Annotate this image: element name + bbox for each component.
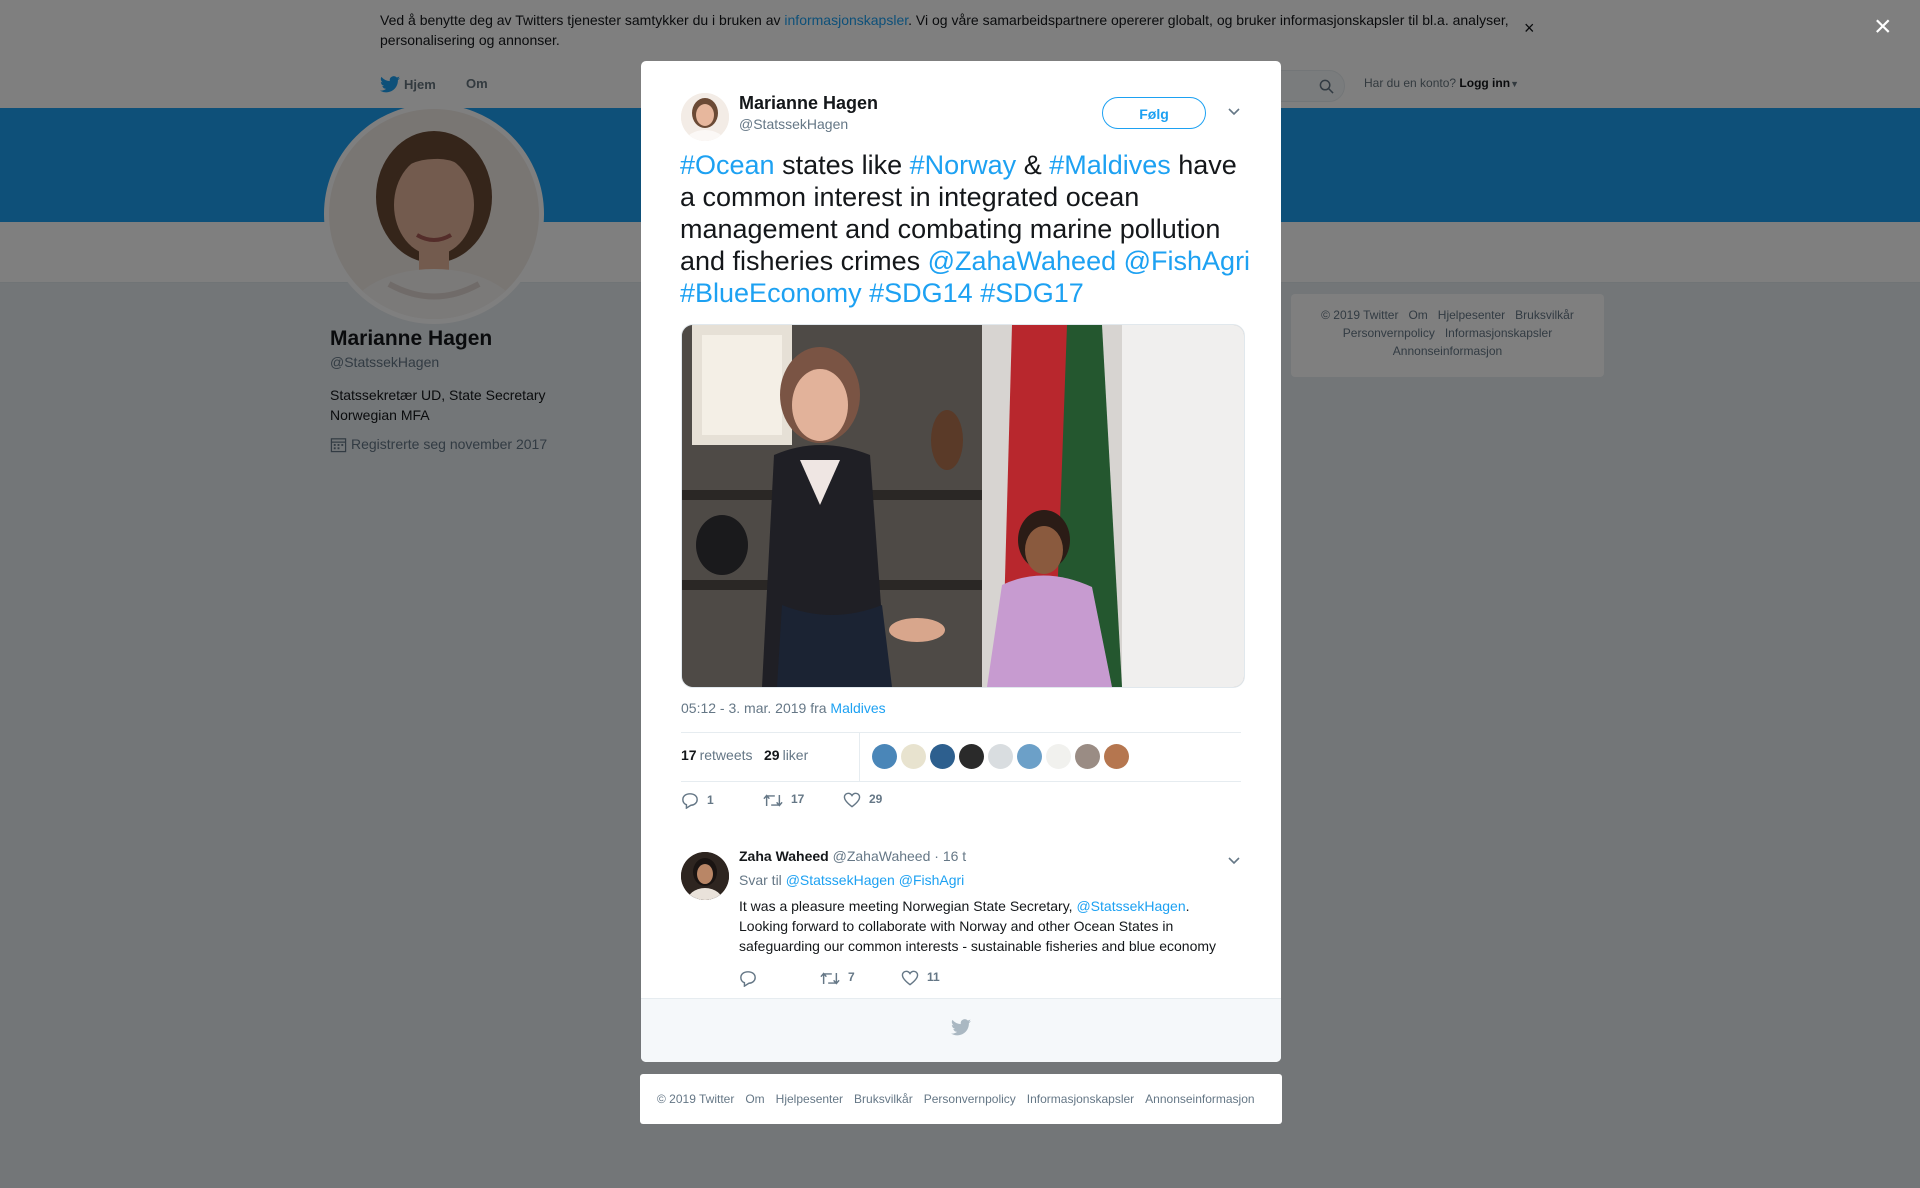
liker-avatar[interactable]: [901, 744, 926, 769]
tweet-author-avatar[interactable]: [681, 93, 729, 141]
chevron-down-icon[interactable]: [1227, 107, 1241, 117]
tweet-text-part: states like: [774, 150, 910, 180]
like-button[interactable]: 29: [843, 792, 882, 808]
mention-zahawaheed[interactable]: @ZahaWaheed: [928, 246, 1117, 276]
reply-to-mention[interactable]: @FishAgri: [899, 872, 965, 888]
liker-avatar[interactable]: [1075, 744, 1100, 769]
hashtag-maldives[interactable]: #Maldives: [1049, 150, 1171, 180]
like-button[interactable]: 11: [901, 970, 940, 986]
tweet-text: #Ocean states like #Norway & #Maldives h…: [680, 149, 1255, 309]
reply-count: 1: [707, 793, 714, 807]
liker-avatar[interactable]: [872, 744, 897, 769]
tweet-author-name[interactable]: Marianne Hagen: [739, 93, 878, 114]
footer-link[interactable]: Personvernpolicy: [924, 1092, 1016, 1106]
likes-stat[interactable]: 29 liker: [764, 747, 808, 763]
mention-fishagri[interactable]: @FishAgri: [1124, 246, 1250, 276]
reply-text: It was a pleasure meeting Norwegian Stat…: [739, 896, 1229, 956]
chevron-down-icon[interactable]: [1227, 856, 1241, 866]
reply-icon: [740, 971, 756, 988]
hashtag-sdg17[interactable]: #SDG17: [980, 278, 1084, 308]
footer-link[interactable]: Informasjonskapsler: [1027, 1092, 1134, 1106]
retweets-count: 17: [681, 747, 697, 763]
heart-icon: [843, 792, 861, 808]
hashtag-ocean[interactable]: #Ocean: [680, 150, 775, 180]
tweet-actions: 1 17 29: [681, 792, 981, 816]
tweet-author-handle[interactable]: @StatssekHagen: [739, 116, 848, 132]
retweet-icon: [763, 794, 783, 807]
reply-button[interactable]: [739, 970, 765, 988]
reply-actions: 7 11: [739, 970, 1039, 994]
liker-avatar[interactable]: [959, 744, 984, 769]
reply-header: Zaha Waheed @ZahaWaheed · 16 t: [739, 848, 966, 864]
twitter-bird-icon: [951, 1019, 971, 1036]
reply-text-part: It was a pleasure meeting Norwegian Stat…: [739, 898, 1077, 914]
reply-author-avatar[interactable]: [681, 852, 729, 900]
tweet-time-text: 05:12 - 3. mar. 2019 fra: [681, 700, 831, 716]
liker-avatar[interactable]: [930, 744, 955, 769]
liker-avatar[interactable]: [1017, 744, 1042, 769]
reply-author-name[interactable]: Zaha Waheed: [739, 848, 829, 864]
tweet-location-link[interactable]: Maldives: [830, 700, 885, 716]
tweet-text-part: &: [1016, 150, 1050, 180]
tweet-photo[interactable]: [681, 324, 1245, 688]
liker-avatar[interactable]: [1046, 744, 1071, 769]
reply-time[interactable]: · 16 t: [934, 848, 966, 864]
retweet-count: 7: [848, 970, 855, 984]
hashtag-norway[interactable]: #Norway: [910, 150, 1017, 180]
footer-link[interactable]: Annonseinformasjon: [1145, 1092, 1254, 1106]
retweet-count: 17: [791, 792, 805, 806]
footer-link[interactable]: Hjelpesenter: [776, 1092, 843, 1106]
like-count: 29: [869, 792, 883, 806]
footer-link[interactable]: Bruksvilkår: [854, 1092, 913, 1106]
modal-bottom-bar: [641, 998, 1281, 1062]
reply-icon: [682, 793, 698, 810]
close-icon[interactable]: ×: [1874, 10, 1892, 44]
liker-avatar[interactable]: [988, 744, 1013, 769]
reply-to-label: Svar til: [739, 872, 786, 888]
heart-icon: [901, 970, 919, 986]
retweet-button[interactable]: 7: [820, 970, 855, 986]
tweet-modal: Marianne Hagen @StatssekHagen Følg #Ocea…: [641, 61, 1281, 1062]
tweet-stats: 17 retweets 29 liker: [681, 732, 1241, 782]
reply-to-mention[interactable]: @StatssekHagen: [786, 872, 895, 888]
reply-to: Svar til @StatssekHagen @FishAgri: [739, 872, 964, 888]
modal-footer: © 2019 Twitter Om Hjelpesenter Bruksvilkår P…: [640, 1074, 1282, 1124]
retweets-stat[interactable]: 17 retweets: [681, 747, 753, 763]
likes-label: liker: [782, 747, 809, 763]
reply-button[interactable]: 1: [681, 792, 714, 810]
hashtag-blueeconomy[interactable]: #BlueEconomy: [680, 278, 862, 308]
tweet-timestamp: 05:12 - 3. mar. 2019 fra Maldives: [681, 700, 886, 716]
liker-avatar[interactable]: [1104, 744, 1129, 769]
stats-divider: [859, 733, 860, 781]
retweet-button[interactable]: 17: [763, 792, 804, 808]
reply-author-handle[interactable]: @ZahaWaheed: [833, 848, 931, 864]
footer-link: © 2019 Twitter: [657, 1092, 735, 1106]
retweets-label: retweets: [699, 747, 753, 763]
hashtag-sdg14[interactable]: #SDG14: [869, 278, 973, 308]
retweet-icon: [820, 972, 840, 985]
follow-button[interactable]: Følg: [1102, 97, 1206, 129]
footer-link[interactable]: Om: [745, 1092, 764, 1106]
reply-mention[interactable]: @StatssekHagen: [1076, 898, 1185, 914]
likes-count: 29: [764, 747, 780, 763]
like-count: 11: [927, 970, 940, 984]
